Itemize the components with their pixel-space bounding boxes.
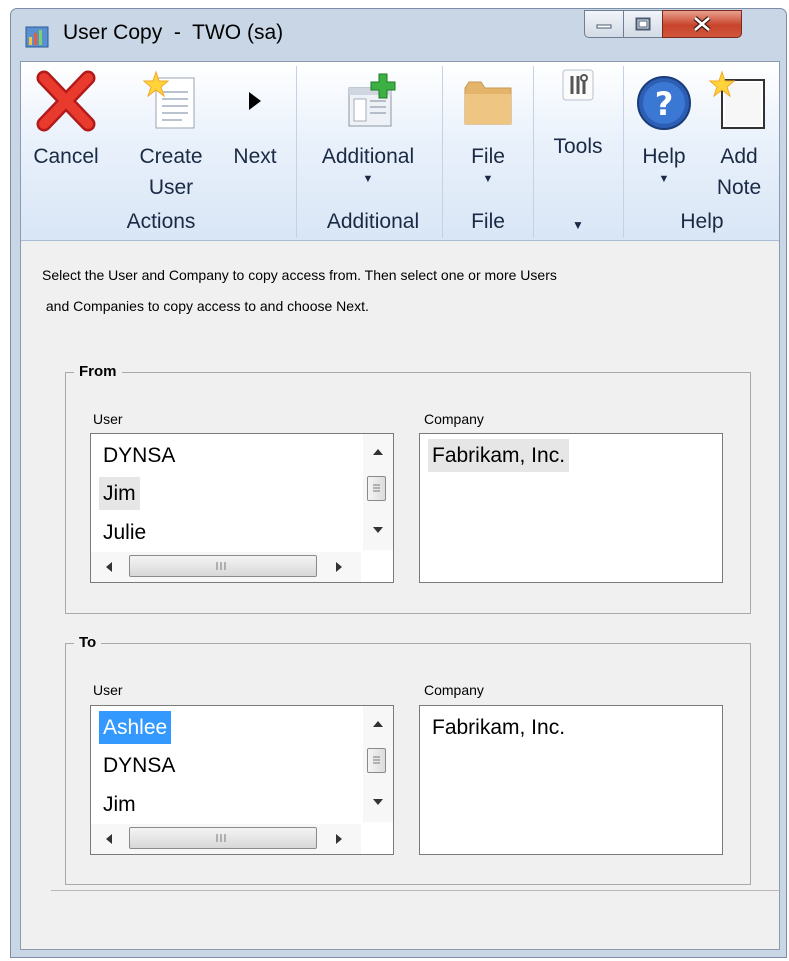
scroll-thumb[interactable] xyxy=(367,748,386,773)
minimize-icon xyxy=(596,24,612,29)
from-company-label: Company xyxy=(424,411,484,427)
help-icon: ? xyxy=(637,76,691,130)
chevron-down-icon: ▼ xyxy=(658,173,670,185)
next-button[interactable]: Next xyxy=(221,70,289,172)
chevron-down-icon: ▼ xyxy=(362,173,374,185)
cancel-icon xyxy=(36,70,96,132)
group-label-actions: Actions xyxy=(126,210,196,233)
additional-label: Additional xyxy=(321,145,415,168)
cancel-label: Cancel xyxy=(33,145,99,168)
add-note-label-line1: Add xyxy=(720,145,758,168)
svg-text:?: ? xyxy=(655,85,674,123)
new-document-icon xyxy=(142,70,195,129)
ribbon-separator xyxy=(442,66,443,238)
user-copy-window: User Copy - TWO (sa) Cancel Create User … xyxy=(10,8,787,958)
tools-expand-icon[interactable]: ▼ xyxy=(541,218,615,232)
from-user-listbox[interactable]: DYNSA Jim Julie xyxy=(90,433,394,583)
folder-icon xyxy=(464,81,512,125)
horizontal-scrollbar[interactable] xyxy=(91,824,361,854)
tools-button[interactable]: Tools xyxy=(541,66,615,162)
add-note-label-line2: Note xyxy=(716,176,762,199)
scroll-right-icon[interactable] xyxy=(327,552,351,582)
help-dropdown-button[interactable]: ? Help ▼ xyxy=(629,70,699,186)
to-user-label: User xyxy=(93,682,123,698)
group-label-additional: Additional xyxy=(326,210,420,233)
horizontal-scrollbar[interactable] xyxy=(91,552,361,582)
minimize-button[interactable] xyxy=(584,10,624,38)
group-label-file: File xyxy=(471,210,505,233)
to-group-title: To xyxy=(74,634,102,651)
title-bar: User Copy - TWO (sa) xyxy=(11,9,786,61)
ribbon-separator xyxy=(533,66,534,238)
create-user-label-line2: User xyxy=(148,176,194,199)
file-label: File xyxy=(471,145,505,168)
tools-icon xyxy=(562,69,594,101)
cancel-button[interactable]: Cancel xyxy=(31,70,101,172)
maximize-button[interactable] xyxy=(623,10,663,38)
add-note-button[interactable]: Add Note xyxy=(703,70,775,203)
to-company-listbox[interactable]: Fabrikam, Inc. xyxy=(419,705,723,855)
additional-window-icon xyxy=(348,73,396,127)
list-item[interactable]: Jim xyxy=(99,477,140,510)
list-item[interactable]: Julie xyxy=(99,516,150,549)
scroll-thumb[interactable] xyxy=(129,827,317,849)
scroll-left-icon[interactable] xyxy=(97,824,121,854)
list-item[interactable]: Ashlee xyxy=(99,711,172,744)
maximize-icon xyxy=(635,17,651,31)
scroll-thumb[interactable] xyxy=(367,476,386,501)
scroll-down-icon[interactable] xyxy=(363,790,393,814)
help-label: Help xyxy=(642,145,686,168)
ribbon-toolbar: Cancel Create User Next Actions Addition… xyxy=(21,62,779,241)
additional-dropdown-button[interactable]: Additional ▼ xyxy=(303,70,433,186)
create-user-label-line1: Create xyxy=(139,145,203,168)
from-company-listbox[interactable]: Fabrikam, Inc. xyxy=(419,433,723,583)
ribbon-separator xyxy=(623,66,624,238)
scroll-up-icon[interactable] xyxy=(363,712,393,736)
window-title: User Copy - TWO (sa) xyxy=(63,21,284,44)
list-item[interactable]: Jim xyxy=(99,788,140,821)
close-icon xyxy=(693,16,711,32)
from-user-label: User xyxy=(93,411,123,427)
list-item[interactable]: DYNSA xyxy=(99,439,179,472)
tools-label: Tools xyxy=(553,135,603,158)
group-label-help: Help xyxy=(680,210,724,233)
vertical-scrollbar[interactable] xyxy=(363,706,393,822)
close-button[interactable] xyxy=(662,10,742,38)
from-groupbox: From User Company DYNSA Jim Julie Fabrik… xyxy=(65,363,751,614)
app-icon xyxy=(25,26,49,48)
instructions-line1: Select the User and Company to copy acce… xyxy=(42,267,557,283)
create-user-button[interactable]: Create User xyxy=(129,70,213,203)
add-note-icon xyxy=(708,70,765,129)
divider xyxy=(51,890,781,891)
to-groupbox: To User Company Ashlee DYNSA Jim Fabrika… xyxy=(65,634,751,885)
next-label: Next xyxy=(233,145,277,168)
ribbon-separator xyxy=(296,66,297,238)
from-group-title: From xyxy=(74,363,122,380)
file-dropdown-button[interactable]: File ▼ xyxy=(451,70,525,186)
next-arrow-icon xyxy=(249,92,261,110)
vertical-scrollbar[interactable] xyxy=(363,434,393,550)
scroll-up-icon[interactable] xyxy=(363,440,393,464)
to-company-label: Company xyxy=(424,682,484,698)
scroll-right-icon[interactable] xyxy=(327,824,351,854)
client-area: Cancel Create User Next Actions Addition… xyxy=(20,61,781,950)
scroll-down-icon[interactable] xyxy=(363,518,393,542)
scroll-left-icon[interactable] xyxy=(97,552,121,582)
list-item[interactable]: DYNSA xyxy=(99,749,179,782)
instructions-line2: and Companies to copy access to and choo… xyxy=(42,298,369,314)
list-item[interactable]: Fabrikam, Inc. xyxy=(428,711,569,744)
scroll-thumb[interactable] xyxy=(129,555,317,577)
list-item[interactable]: Fabrikam, Inc. xyxy=(428,439,570,472)
chevron-down-icon: ▼ xyxy=(482,173,494,185)
to-user-listbox[interactable]: Ashlee DYNSA Jim xyxy=(90,705,394,855)
